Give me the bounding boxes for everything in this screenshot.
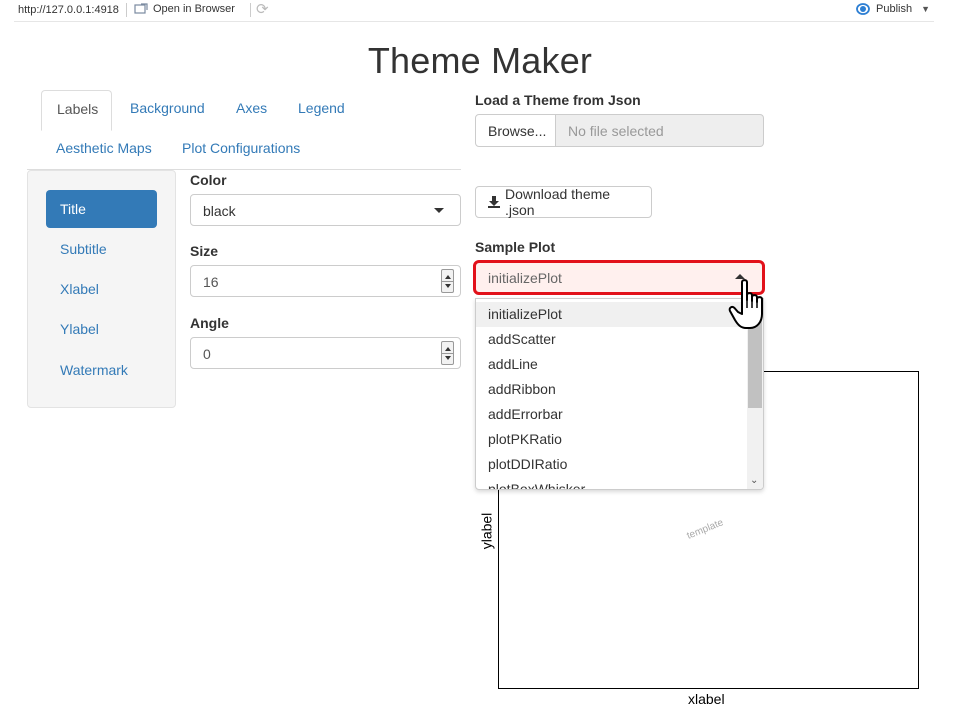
download-label: Download theme .json: [505, 186, 611, 218]
publish-label: Publish: [876, 3, 913, 15]
dropdown-option[interactable]: addRibbon: [476, 377, 749, 402]
pill-subtitle[interactable]: Subtitle: [46, 230, 157, 268]
stepper-down-icon[interactable]: [445, 356, 451, 360]
load-theme-label: Load a Theme from Json: [475, 92, 641, 108]
angle-label: Angle: [190, 315, 229, 331]
publish-icon: [856, 3, 870, 15]
sample-plot-label: Sample Plot: [475, 239, 556, 255]
sample-plot-dropdown[interactable]: initializePlot addScatter addLine addRib…: [475, 298, 764, 490]
angle-value: 0: [203, 346, 211, 362]
dropdown-option[interactable]: plotDDIRatio: [476, 452, 749, 477]
tab-plot-configurations[interactable]: Plot Configurations: [167, 130, 315, 166]
tab-axes[interactable]: Axes: [221, 90, 282, 126]
tab-labels[interactable]: Labels: [41, 90, 112, 131]
size-stepper[interactable]: [441, 269, 454, 293]
size-value: 16: [203, 274, 219, 290]
tab-legend[interactable]: Legend: [283, 90, 360, 126]
toolbar-divider: [126, 3, 127, 17]
page-title: Theme Maker: [367, 40, 593, 81]
angle-input[interactable]: 0: [190, 337, 461, 369]
chevron-down-icon[interactable]: ⌄: [750, 476, 758, 486]
color-select[interactable]: black: [190, 194, 461, 226]
dropdown-option[interactable]: addLine: [476, 352, 749, 377]
browser-toolbar: http://127.0.0.1:4918 Open in Browser ⟳ …: [14, 0, 934, 22]
stepper-up-icon[interactable]: [445, 347, 451, 351]
color-select-value: black: [203, 203, 236, 219]
sample-plot-select[interactable]: initializePlot: [473, 260, 765, 295]
download-icon: [488, 196, 500, 208]
open-in-browser-label: Open in Browser: [153, 3, 235, 15]
sample-plot-selected: initializePlot: [488, 270, 562, 286]
dropdown-option[interactable]: plotPKRatio: [476, 427, 749, 452]
open-in-browser-button[interactable]: Open in Browser: [134, 3, 235, 15]
dropdown-option[interactable]: addScatter: [476, 327, 749, 352]
theme-file-input[interactable]: Browse... No file selected: [475, 114, 764, 147]
stepper-up-icon[interactable]: [445, 275, 451, 279]
toolbar-divider: [250, 3, 251, 17]
refresh-icon[interactable]: ⟳: [256, 2, 272, 18]
tab-bar: Labels Background Axes Legend Aesthetic …: [27, 90, 461, 170]
size-label: Size: [190, 243, 219, 259]
chevron-down-icon[interactable]: ▼: [921, 4, 930, 14]
dropdown-option[interactable]: addErrorbar: [476, 402, 749, 427]
color-label: Color: [190, 172, 227, 188]
publish-button[interactable]: Publish ▼: [855, 3, 930, 15]
download-theme-button[interactable]: Download theme .json: [475, 186, 652, 218]
file-name-field[interactable]: No file selected: [556, 114, 764, 147]
dropdown-option[interactable]: plotBoxWhisker: [476, 477, 749, 489]
pill-title[interactable]: Title: [46, 190, 157, 228]
pill-xlabel[interactable]: Xlabel: [46, 270, 157, 308]
plot-xlabel: xlabel: [688, 691, 725, 707]
tab-background[interactable]: Background: [115, 90, 220, 126]
stepper-divider: [442, 353, 453, 354]
stepper-divider: [442, 281, 453, 282]
plot-ylabel: ylabel: [478, 512, 495, 550]
label-type-panel: Title Subtitle Xlabel Ylabel Watermark: [27, 170, 176, 408]
stepper-down-icon[interactable]: [445, 284, 451, 288]
caret-down-icon: [434, 208, 444, 213]
browse-button[interactable]: Browse...: [475, 114, 556, 147]
tab-aesthetic-maps[interactable]: Aesthetic Maps: [41, 130, 167, 166]
url-text: http://127.0.0.1:4918: [18, 4, 119, 16]
pill-watermark[interactable]: Watermark: [46, 351, 157, 389]
pill-ylabel[interactable]: Ylabel: [46, 310, 157, 348]
size-input[interactable]: 16: [190, 265, 461, 297]
angle-stepper[interactable]: [441, 341, 454, 365]
hand-cursor-icon: [728, 279, 763, 329]
dropdown-option[interactable]: initializePlot: [476, 302, 749, 327]
browser-window-icon: [134, 3, 148, 14]
